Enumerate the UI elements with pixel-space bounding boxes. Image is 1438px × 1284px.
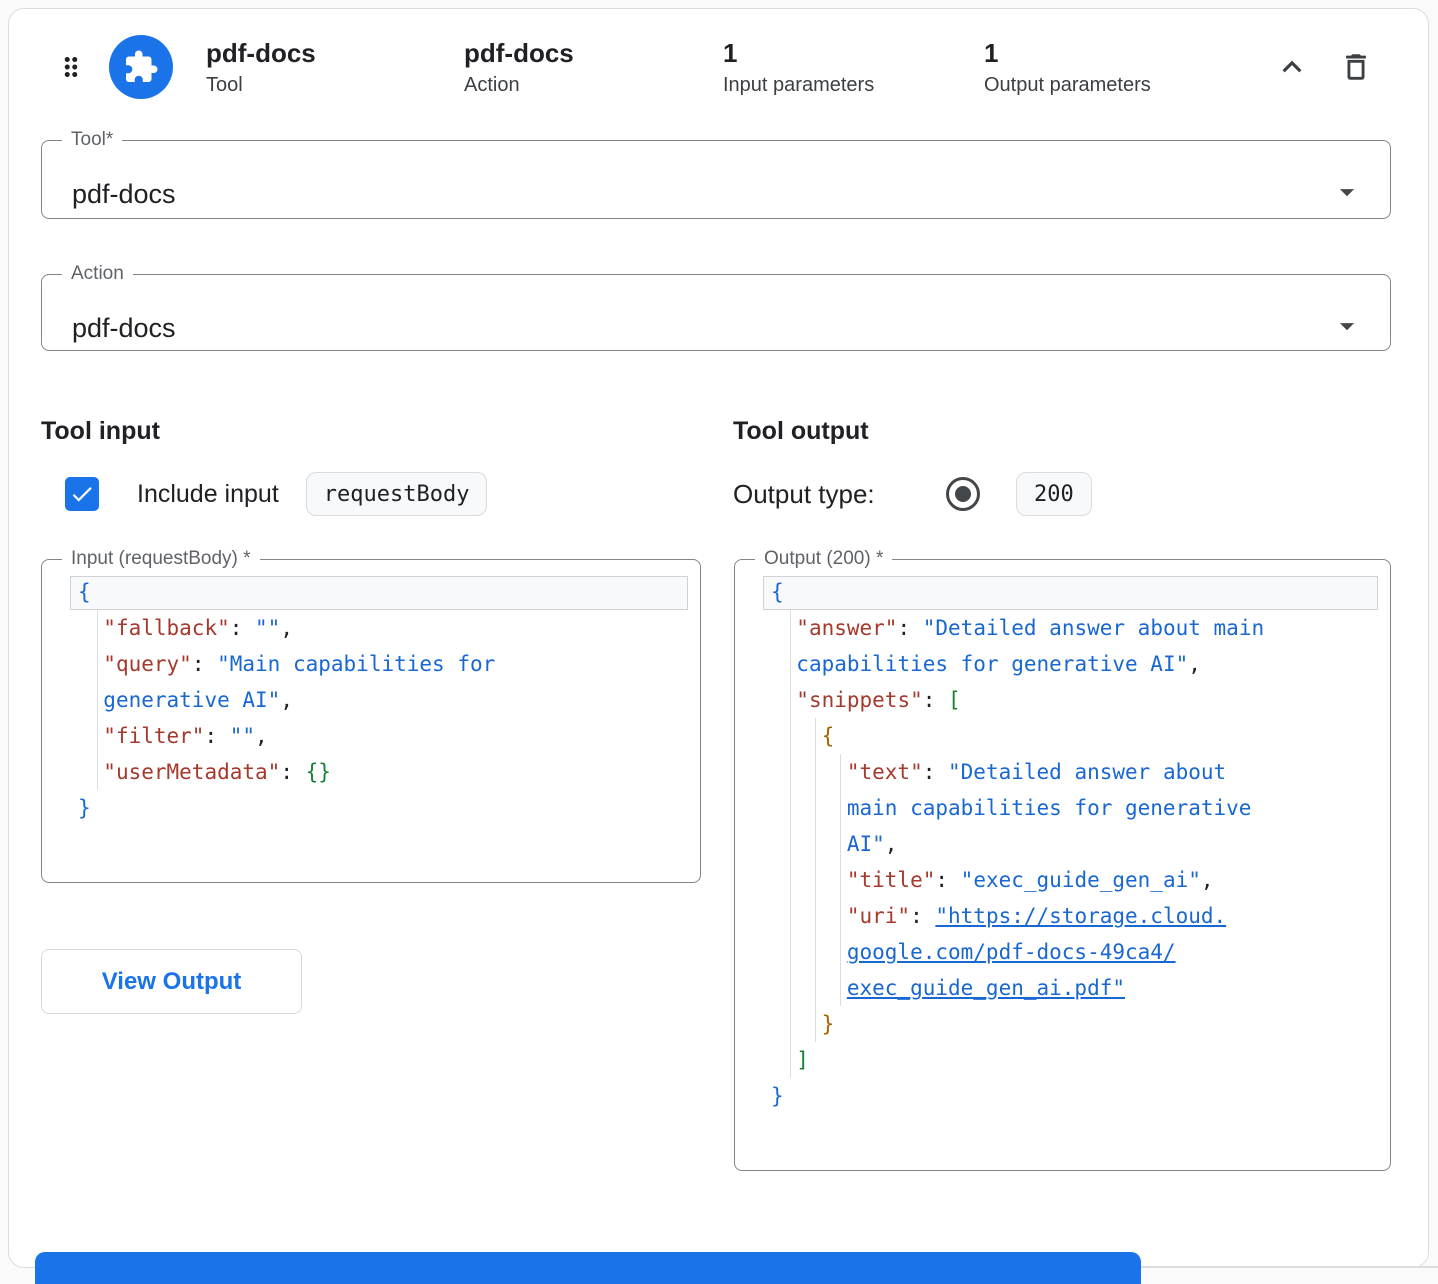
code-line: { — [50, 574, 692, 610]
tool-output-heading: Tool output — [733, 417, 869, 446]
output-type-label: Output type: — [733, 479, 946, 510]
code-line: ] — [743, 1042, 1382, 1078]
code-line: "answer": "Detailed answer about main — [743, 610, 1382, 646]
output-200-label: Output (200) * — [755, 548, 892, 570]
action-select[interactable]: Action pdf-docs — [41, 263, 1391, 351]
code-line: AI", — [743, 826, 1382, 862]
tool-card-header: pdf-docs Tool pdf-docs Action 1 Input pa… — [9, 31, 1428, 103]
header-action-label: Action — [464, 72, 723, 98]
output-200-field: Output (200) * { "answer": "Detailed ans… — [734, 548, 1391, 1171]
tool-select-label: Tool* — [62, 129, 122, 151]
code-line: { — [743, 574, 1382, 610]
action-select-label: Action — [62, 263, 133, 285]
output-type-radio[interactable] — [946, 477, 980, 511]
code-line: capabilities for generative AI", — [743, 646, 1382, 682]
input-params-count: 1 — [723, 37, 984, 69]
bottom-divider-line — [1141, 1266, 1438, 1268]
bottom-blue-bar — [35, 1252, 1141, 1284]
code-line: exec_guide_gen_ai.pdf" — [743, 970, 1382, 1006]
code-line: "query": "Main capabilities for — [50, 646, 692, 682]
code-line: { — [743, 718, 1382, 754]
action-select-value: pdf-docs — [72, 313, 176, 344]
input-params-label: Input parameters — [723, 72, 984, 98]
extension-icon — [109, 35, 173, 99]
header-output-params: 1 Output parameters — [984, 37, 1270, 98]
output-params-label: Output parameters — [984, 72, 1270, 98]
tool-select[interactable]: Tool* pdf-docs — [41, 129, 1391, 219]
input-json-editor[interactable]: { "fallback": "", "query": "Main capabil… — [50, 570, 692, 826]
header-tool-name: pdf-docs — [206, 37, 464, 69]
input-requestbody-label: Input (requestBody) * — [62, 548, 260, 570]
header-tool-label: Tool — [206, 72, 464, 98]
dropdown-arrow-icon — [1330, 309, 1364, 348]
code-line: "uri": "https://storage.cloud. — [743, 898, 1382, 934]
check-icon — [69, 481, 95, 507]
tool-select-value: pdf-docs — [72, 179, 176, 210]
header-tool-summary: pdf-docs Tool — [206, 37, 464, 98]
output-type-chip-200[interactable]: 200 — [1016, 472, 1092, 516]
request-body-chip[interactable]: requestBody — [306, 472, 488, 516]
tool-card: pdf-docs Tool pdf-docs Action 1 Input pa… — [8, 8, 1429, 1268]
code-line: "userMetadata": {} — [50, 754, 692, 790]
code-line: main capabilities for generative — [743, 790, 1382, 826]
code-line: } — [743, 1078, 1382, 1114]
output-type-row: Output type: 200 — [733, 471, 1092, 517]
header-action-summary: pdf-docs Action — [464, 37, 723, 98]
view-output-button[interactable]: View Output — [41, 949, 302, 1014]
header-input-params: 1 Input parameters — [723, 37, 984, 98]
code-line: "text": "Detailed answer about — [743, 754, 1382, 790]
code-line: generative AI", — [50, 682, 692, 718]
chevron-up-icon — [1273, 48, 1311, 86]
code-line: google.com/pdf-docs-49ca4/ — [743, 934, 1382, 970]
output-params-count: 1 — [984, 37, 1270, 69]
include-input-row: Include input requestBody — [41, 471, 487, 517]
code-line: "fallback": "", — [50, 610, 692, 646]
code-line: } — [50, 790, 692, 826]
tool-input-heading: Tool input — [41, 417, 160, 446]
delete-button[interactable] — [1334, 45, 1378, 89]
drag-handle-icon[interactable] — [55, 50, 87, 84]
include-input-label: Include input — [137, 480, 279, 509]
radio-dot-icon — [955, 486, 971, 502]
dropdown-arrow-icon — [1330, 175, 1364, 214]
collapse-button[interactable] — [1270, 45, 1314, 89]
code-line: "title": "exec_guide_gen_ai", — [743, 862, 1382, 898]
header-action-name: pdf-docs — [464, 37, 723, 69]
include-input-checkbox[interactable] — [65, 477, 99, 511]
code-line: "snippets": [ — [743, 682, 1382, 718]
code-line: } — [743, 1006, 1382, 1042]
trash-icon — [1339, 50, 1373, 84]
code-line: "filter": "", — [50, 718, 692, 754]
input-requestbody-field: Input (requestBody) * { "fallback": "", … — [41, 548, 701, 883]
output-json-editor[interactable]: { "answer": "Detailed answer about main … — [743, 570, 1382, 1114]
